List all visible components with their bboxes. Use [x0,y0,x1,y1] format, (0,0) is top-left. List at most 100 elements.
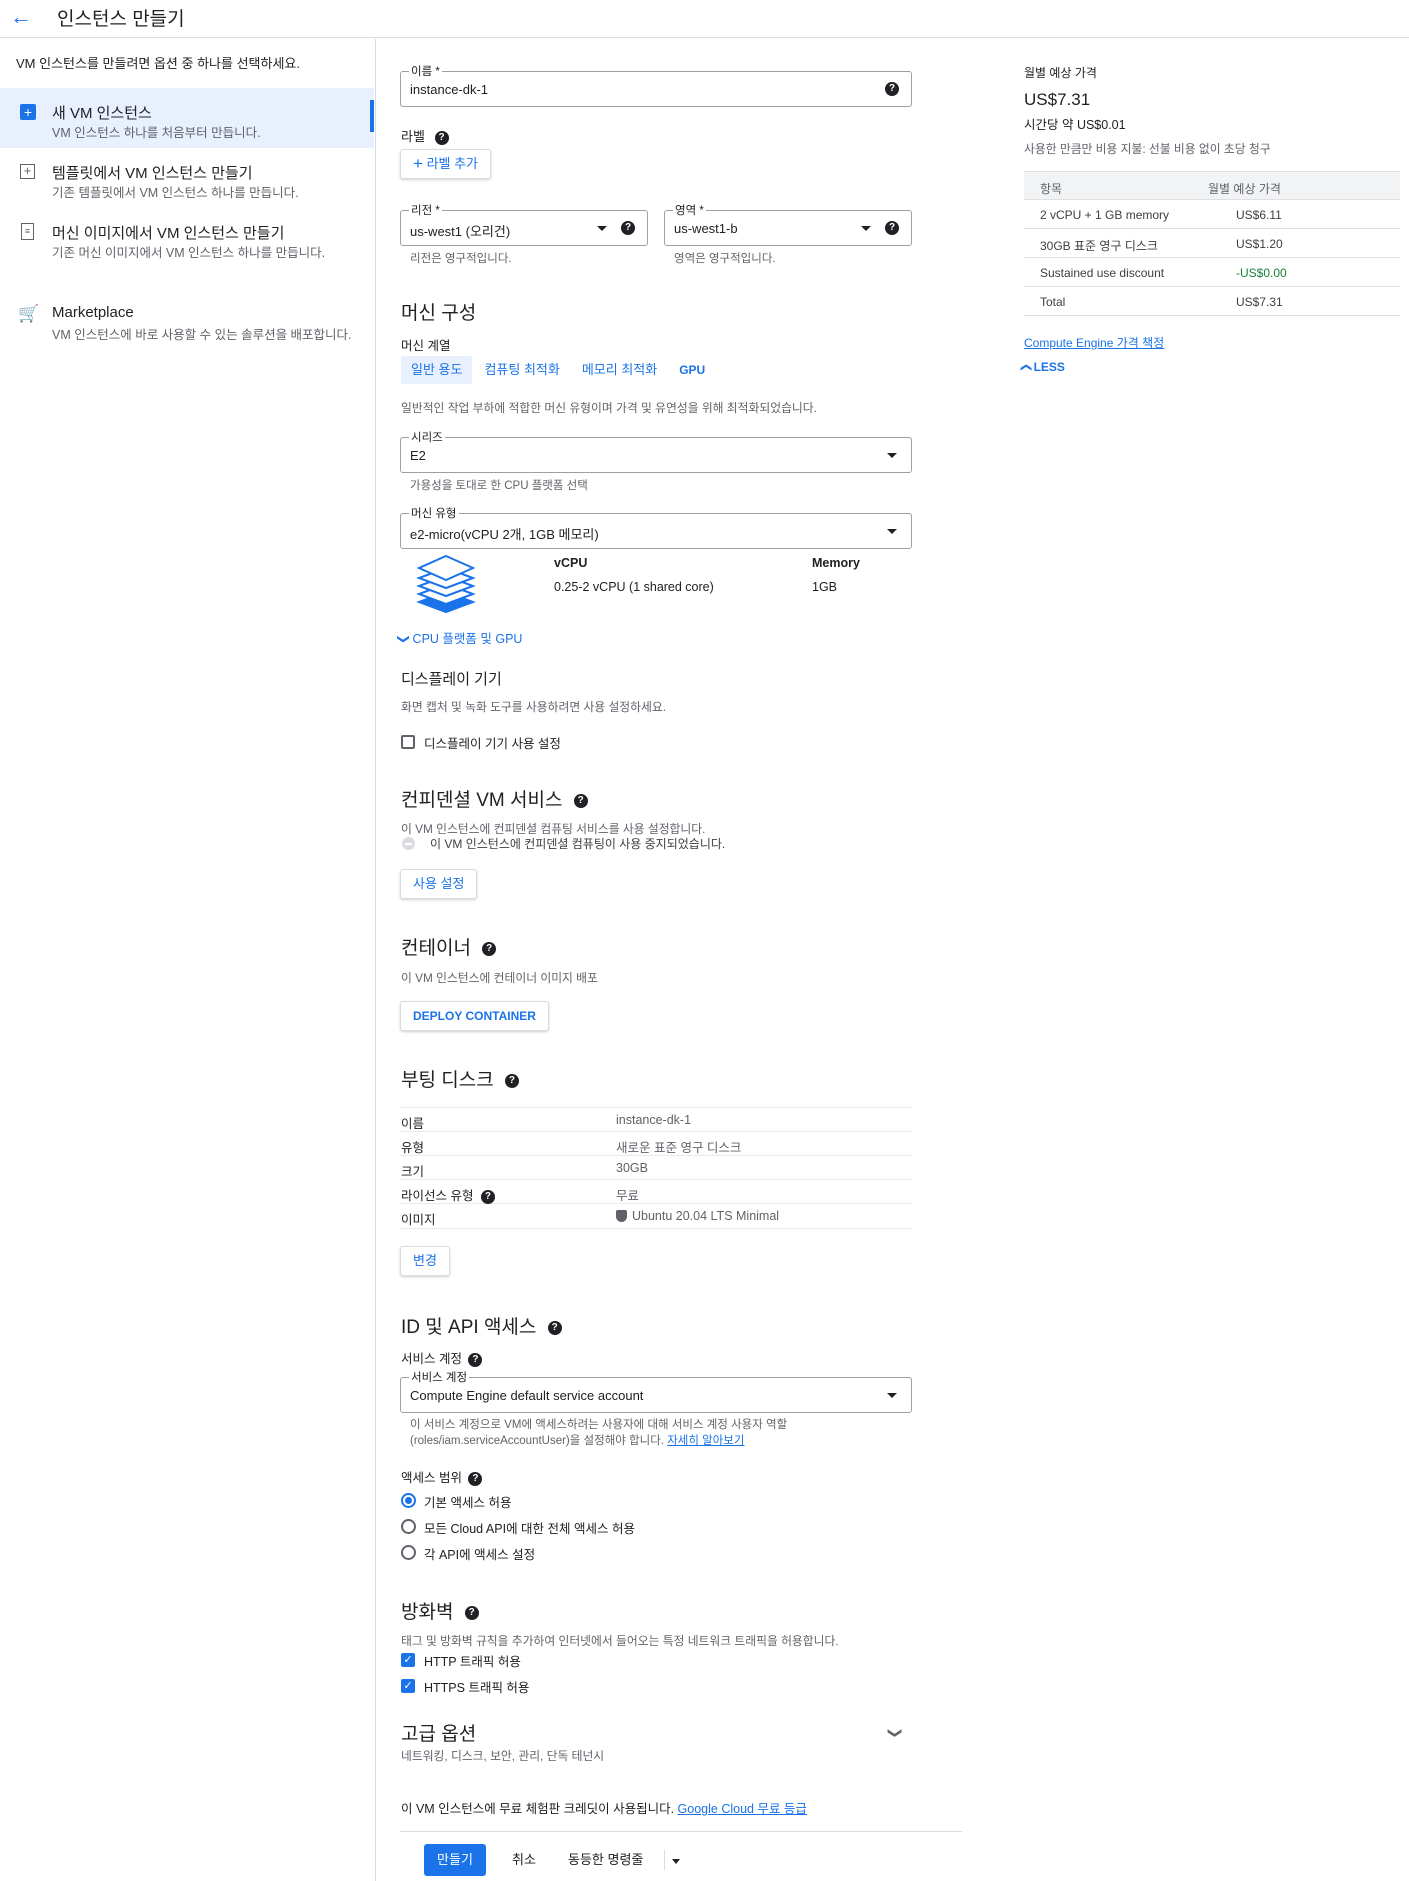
help-icon[interactable]: ? [885,221,899,235]
free-tier-link[interactable]: Google Cloud 무료 등급 [678,1802,807,1816]
vcpu-value: 0.25-2 vCPU (1 shared core) [554,580,714,594]
pricing-total: US$7.31 [1024,90,1091,109]
cpu-platform-gpu-toggle[interactable]: ❯ CPU 플랫폼 및 GPU [397,628,523,647]
deploy-container-button[interactable]: DEPLOY CONTAINER [400,1001,549,1031]
boot-disk-key: 이름 [401,1117,425,1131]
add-label-text: 라벨 추가 [426,156,479,171]
help-icon[interactable]: ? [885,82,899,96]
display-device-checkbox[interactable] [401,735,415,749]
boot-disk-key: 크기 [401,1165,425,1179]
equivalent-command-line-button[interactable]: 동등한 명령줄 [562,1844,649,1876]
machine-family-desc: 일반적인 작업 부하에 적합한 머신 유형이며 가격 및 유연성을 위해 최적화… [401,401,817,415]
back-arrow-icon[interactable]: ← [10,6,34,30]
option-new-vm[interactable]: + 새 VM 인스턴스 VM 인스턴스 하나를 처음부터 만듭니다. [0,88,374,148]
chevron-down-icon[interactable]: ❯ [888,1726,904,1740]
region-select[interactable]: 리전 * us-west1 (오리건) ? [400,202,648,246]
tab-general-purpose[interactable]: 일반 용도 [401,356,473,384]
pricing-link[interactable]: Compute Engine 가격 책정 [1024,334,1164,351]
zone-select[interactable]: 영역 * us-west1-b ? [664,202,912,246]
dropdown-arrow-icon [861,226,871,231]
help-icon[interactable]: ? [621,221,635,235]
help-icon[interactable]: ? [480,1189,495,1204]
enable-confidential-button[interactable]: 사용 설정 [400,869,478,899]
chevron-down-icon: ❯ [397,633,412,645]
change-boot-disk-button[interactable]: 변경 [400,1246,450,1276]
series-select[interactable]: 시리즈 E2 [400,429,912,473]
pricing-col-price: 월별 예상 가격 [1208,182,1281,196]
series-hint: 가용성을 토대로 한 CPU 플랫폼 선택 [410,480,588,492]
service-account-hint-text: (roles/iam.serviceAccountUser)을 설정해야 합니다… [410,1435,664,1447]
tab-gpu[interactable]: GPU [669,356,715,384]
boot-disk-title-text: 부팅 디스크 [401,1070,494,1091]
container-desc: 이 VM 인스턴스에 컨테이너 이미지 배포 [401,971,598,985]
top-bar: ← 인스턴스 만들기 [0,0,1409,38]
help-icon[interactable]: ? [464,1605,479,1620]
boot-disk-value: 30GB [616,1161,648,1175]
region-label: 리전 * [409,202,442,218]
help-icon[interactable]: ? [547,1320,562,1335]
help-icon[interactable]: ? [504,1073,519,1088]
add-box-icon: + [20,104,36,120]
plus-icon: + [413,154,423,173]
region-hint: 리전은 영구적입니다. [410,253,512,265]
scope-custom-label: 각 API에 액세스 설정 [424,1548,536,1562]
advanced-options-desc: 네트워킹, 디스크, 보안, 관리, 단독 테넌시 [401,1749,605,1763]
pricing-value: US$7.31 [1236,295,1283,309]
boot-disk-value: 새로운 표준 영구 디스크 [616,1141,742,1155]
pricing-row: Sustained use discount -US$0.00 [1024,258,1400,287]
service-account-hint-2: (roles/iam.serviceAccountUser)을 설정해야 합니다… [410,1432,744,1448]
service-account-hint: 이 서비스 계정으로 VM에 액세스하려는 사용자에 대해 서비스 계정 사용자… [410,1419,788,1431]
scope-default-radio[interactable] [401,1493,416,1508]
dropdown-arrow-icon [887,529,897,534]
series-label: 시리즈 [409,429,445,445]
confidential-title-text: 컨피덴셜 VM 서비스 [401,790,563,811]
help-icon[interactable]: ? [434,130,449,145]
scope-custom-radio[interactable] [401,1545,416,1560]
learn-more-link[interactable]: 자세히 알아보기 [667,1435,744,1447]
machine-image-icon: ≡ [21,223,34,240]
create-button[interactable]: 만들기 [424,1844,486,1876]
service-account-select[interactable]: 서비스 계정 Compute Engine default service ac… [400,1369,912,1413]
cancel-button[interactable]: 취소 [506,1844,542,1876]
machine-family-tabs: 일반 용도 컴퓨팅 최적화 메모리 최적화 GPU [401,356,715,384]
https-checkbox-label: HTTPS 트래픽 허용 [424,1681,530,1695]
pricing-title: 월별 예상 가격 [1024,66,1097,80]
help-icon[interactable]: ? [573,793,588,808]
service-account-value: Compute Engine default service account [410,1388,644,1403]
boot-disk-value: instance-dk-1 [616,1113,692,1127]
help-icon[interactable]: ? [468,1471,483,1486]
help-icon[interactable]: ? [468,1352,483,1367]
option-from-template[interactable]: + 템플릿에서 VM 인스턴스 만들기 기존 템플릿에서 VM 인스턴스 하나를… [0,148,374,208]
disabled-status-icon [402,837,415,850]
help-icon[interactable]: ? [482,941,497,956]
option-desc: 기존 템플릿에서 VM 인스턴스 하나를 만듭니다. [52,186,299,200]
cpu-toggle-text: CPU 플랫폼 및 GPU [412,632,523,646]
https-checkbox[interactable]: ✓ [401,1679,415,1693]
cart-icon: 🛒 [18,304,40,323]
pricing-row: 30GB 표준 영구 디스크 US$1.20 [1024,229,1400,258]
option-title: 새 VM 인스턴스 [52,105,152,122]
boot-disk-key: 유형 [401,1141,425,1155]
less-text: LESS [1033,360,1065,374]
vcpu-label: vCPU [554,556,588,570]
name-field[interactable]: 이름 * instance-dk-1 ? [400,63,912,107]
service-account-title: 서비스 계정 [401,1352,462,1366]
option-from-machine-image[interactable]: ≡ 머신 이미지에서 VM 인스턴스 만들기 기존 머신 이미지에서 VM 인스… [0,208,374,286]
option-marketplace[interactable]: 🛒 Marketplace VM 인스턴스에 바로 사용할 수 있는 솔루션을 … [0,290,374,360]
shield-icon [616,1210,627,1222]
scope-full-radio[interactable] [401,1519,416,1534]
tab-memory-optimized[interactable]: 메모리 최적화 [572,356,667,384]
advanced-options-title[interactable]: 고급 옵션 [401,1719,476,1746]
credit-note: 이 VM 인스턴스에 무료 체험판 크레딧이 사용됩니다. Google Clo… [401,1798,807,1817]
dropdown-arrow-icon[interactable] [672,1859,680,1864]
boot-disk-value: 무료 [616,1189,640,1203]
add-label-button[interactable]: + 라벨 추가 [400,149,492,179]
boot-disk-row: 유형 새로운 표준 영구 디스크 [400,1132,912,1156]
identity-title-text: ID 및 API 액세스 [401,1317,537,1338]
machine-type-select[interactable]: 머신 유형 e2-micro(vCPU 2개, 1GB 메모리) [400,505,912,549]
less-toggle[interactable]: ❯ LESS [1020,360,1065,374]
http-checkbox[interactable]: ✓ [401,1653,415,1667]
option-desc: 기존 머신 이미지에서 VM 인스턴스 하나를 만듭니다. [52,246,326,260]
tab-compute-optimized[interactable]: 컴퓨팅 최적화 [474,356,569,384]
display-device-desc: 화면 캡처 및 녹화 도구를 사용하려면 사용 설정하세요. [401,700,666,714]
